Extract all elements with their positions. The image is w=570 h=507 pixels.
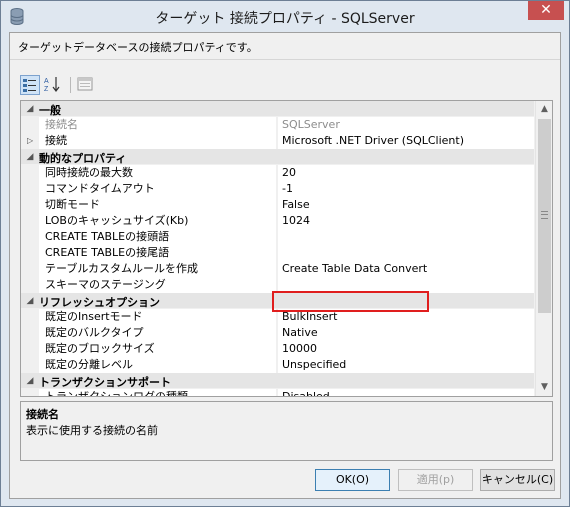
row-margin bbox=[21, 229, 39, 245]
vertical-scrollbar[interactable]: ▲ ▼ bbox=[535, 101, 552, 396]
property-name[interactable]: 接続 bbox=[39, 133, 277, 149]
property-value[interactable]: 10000 bbox=[278, 341, 534, 357]
categorized-view-icon bbox=[23, 79, 36, 92]
row-margin bbox=[21, 181, 39, 197]
property-row[interactable]: 同時接続の最大数 20 bbox=[21, 165, 534, 181]
property-value[interactable]: Disabled bbox=[278, 389, 534, 396]
ok-button[interactable]: OK(O) bbox=[315, 469, 390, 491]
scroll-up-arrow[interactable]: ▲ bbox=[536, 101, 552, 118]
property-name[interactable]: 同時接続の最大数 bbox=[39, 165, 277, 181]
property-row[interactable]: トランザクションログの種類 Disabled bbox=[21, 389, 534, 396]
property-value[interactable]: -1 bbox=[278, 181, 534, 197]
svg-text:Z: Z bbox=[44, 86, 49, 93]
property-value[interactable]: Native bbox=[278, 325, 534, 341]
toolbar-separator bbox=[70, 77, 71, 93]
property-grid-rows: ◢ 一般 接続名 SQLServer ▷ 接続 Microsoft .NET Driver … bbox=[21, 101, 534, 396]
category-label: 動的なプロパティ bbox=[39, 152, 127, 165]
cancel-button[interactable]: キャンセル(C) bbox=[480, 469, 555, 491]
property-value[interactable]: SQLServer bbox=[278, 117, 534, 133]
svg-text:A: A bbox=[44, 78, 49, 85]
property-value[interactable]: Unspecified bbox=[278, 357, 534, 373]
property-value[interactable] bbox=[278, 229, 534, 245]
property-name[interactable]: 切断モード bbox=[39, 197, 277, 213]
help-title: 接続名 bbox=[26, 408, 59, 421]
scroll-down-arrow[interactable]: ▼ bbox=[536, 379, 552, 396]
property-value[interactable]: 20 bbox=[278, 165, 534, 181]
connection-properties-dialog: ターゲット 接続プロパティ - SQLServer ✕ ターゲットデータベースの… bbox=[0, 0, 570, 507]
apply-button[interactable]: 適用(p) bbox=[398, 469, 473, 491]
property-name[interactable]: CREATE TABLEの接頭語 bbox=[39, 229, 277, 245]
collapse-toggle-icon[interactable]: ◢ bbox=[21, 293, 39, 309]
property-value[interactable]: Microsoft .NET Driver (SQLClient) bbox=[278, 133, 534, 149]
help-pane: 接続名 表示に使用する接続の名前 bbox=[20, 401, 553, 461]
property-value[interactable]: False bbox=[278, 197, 534, 213]
row-margin bbox=[21, 261, 39, 277]
category-label: リフレッシュオプション bbox=[39, 296, 160, 309]
row-margin bbox=[21, 309, 39, 325]
expand-arrow-icon[interactable]: ▷ bbox=[27, 133, 33, 149]
property-row[interactable]: 既定のブロックサイズ 10000 bbox=[21, 341, 534, 357]
category-label: 一般 bbox=[39, 104, 61, 117]
property-grid: ◢ 一般 接続名 SQLServer ▷ 接続 Microsoft .NET Driver … bbox=[20, 100, 553, 397]
row-margin bbox=[21, 245, 39, 261]
category-row[interactable]: ◢ 一般 bbox=[21, 101, 534, 117]
property-name[interactable]: トランザクションログの種類 bbox=[39, 389, 277, 396]
property-value[interactable] bbox=[278, 245, 534, 261]
property-name[interactable]: コマンドタイムアウト bbox=[39, 181, 277, 197]
dialog-client-area: ターゲットデータベースの接続プロパティです。 A Z ◢ 一般 接続名 SQLS… bbox=[9, 32, 561, 499]
dialog-description: ターゲットデータベースの接続プロパティです。 bbox=[18, 41, 258, 54]
property-row[interactable]: 接続名 SQLServer bbox=[21, 117, 534, 133]
property-name[interactable]: 既定のブロックサイズ bbox=[39, 341, 277, 357]
title-bar[interactable]: ターゲット 接続プロパティ - SQLServer ✕ bbox=[1, 1, 569, 32]
categorized-view-button[interactable] bbox=[20, 75, 40, 95]
property-row[interactable]: 既定の分離レベル Unspecified bbox=[21, 357, 534, 373]
collapse-toggle-icon[interactable]: ◢ bbox=[21, 373, 39, 389]
category-row[interactable]: ◢ トランザクションサポート bbox=[21, 373, 534, 389]
property-name[interactable]: 既定のInsertモード bbox=[39, 309, 277, 325]
scroll-grip-icon bbox=[541, 211, 548, 219]
property-name[interactable]: 既定の分離レベル bbox=[39, 357, 277, 373]
property-row[interactable]: CREATE TABLEの接頭語 bbox=[21, 229, 534, 245]
property-row[interactable]: 既定のバルクタイプ Native bbox=[21, 325, 534, 341]
property-name[interactable]: 接続名 bbox=[39, 117, 277, 133]
row-margin bbox=[21, 341, 39, 357]
property-row[interactable]: CREATE TABLEの接尾語 bbox=[21, 245, 534, 261]
property-name[interactable]: LOBのキャッシュサイズ(Kb) bbox=[39, 213, 277, 229]
property-row[interactable]: 切断モード False bbox=[21, 197, 534, 213]
property-name[interactable]: スキーマのステージング bbox=[39, 277, 277, 293]
category-label: トランザクションサポート bbox=[39, 376, 171, 389]
row-margin bbox=[21, 165, 39, 181]
close-button[interactable]: ✕ bbox=[528, 1, 564, 20]
row-margin: ▷ bbox=[21, 133, 39, 149]
property-value[interactable]: 1024 bbox=[278, 213, 534, 229]
row-margin bbox=[21, 117, 39, 133]
alphabetical-sort-button[interactable]: A Z bbox=[43, 75, 63, 95]
property-value[interactable]: Create Table Data Convert bbox=[278, 261, 534, 277]
highlight-box bbox=[272, 291, 429, 312]
row-margin bbox=[21, 197, 39, 213]
row-margin bbox=[21, 325, 39, 341]
collapse-toggle-icon[interactable]: ◢ bbox=[21, 149, 39, 165]
property-grid-toolbar: A Z bbox=[20, 75, 550, 97]
window-title: ターゲット 接続プロパティ - SQLServer bbox=[155, 11, 415, 27]
property-pages-button[interactable] bbox=[76, 75, 96, 95]
row-margin bbox=[21, 213, 39, 229]
scroll-thumb[interactable] bbox=[538, 119, 551, 313]
property-name[interactable]: CREATE TABLEの接尾語 bbox=[39, 245, 277, 261]
row-margin bbox=[21, 389, 39, 396]
row-margin bbox=[21, 277, 39, 293]
property-row[interactable]: ▷ 接続 Microsoft .NET Driver (SQLClient) bbox=[21, 133, 534, 149]
collapse-toggle-icon[interactable]: ◢ bbox=[21, 101, 39, 117]
property-name[interactable]: テーブルカスタムルールを作成 bbox=[39, 261, 277, 277]
property-row[interactable]: LOBのキャッシュサイズ(Kb) 1024 bbox=[21, 213, 534, 229]
category-row[interactable]: ◢ 動的なプロパティ bbox=[21, 149, 534, 165]
alphabetical-sort-icon: A Z bbox=[44, 77, 60, 93]
property-pages-icon bbox=[77, 77, 93, 91]
property-name[interactable]: 既定のバルクタイプ bbox=[39, 325, 277, 341]
help-text: 表示に使用する接続の名前 bbox=[26, 424, 158, 437]
divider bbox=[10, 59, 560, 60]
property-row[interactable]: コマンドタイムアウト -1 bbox=[21, 181, 534, 197]
row-margin bbox=[21, 357, 39, 373]
property-row[interactable]: テーブルカスタムルールを作成 Create Table Data Convert bbox=[21, 261, 534, 277]
